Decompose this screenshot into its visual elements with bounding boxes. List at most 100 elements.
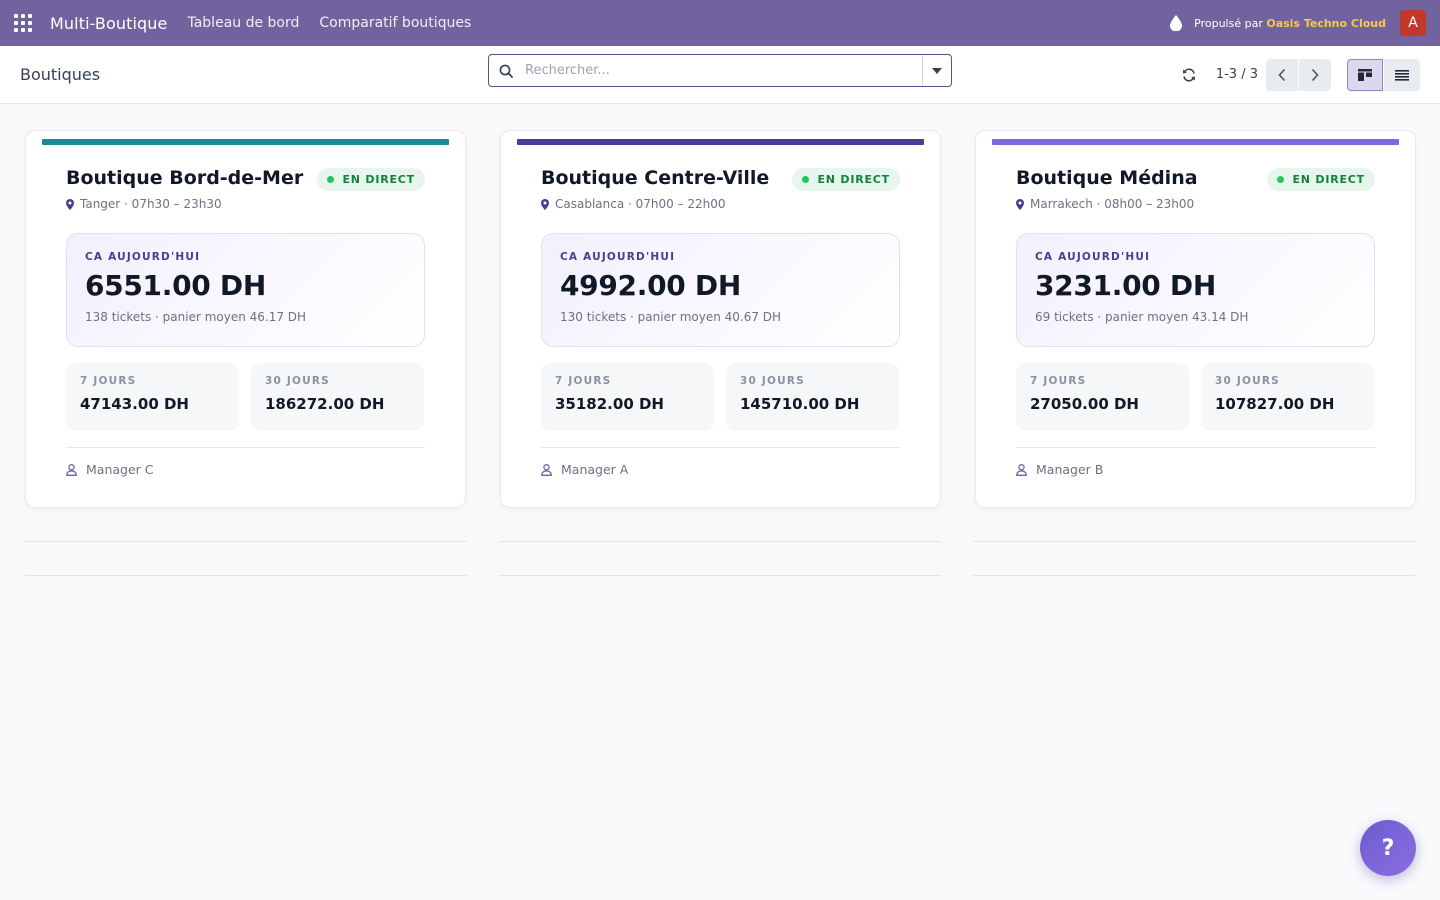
- user-icon: [1016, 463, 1027, 476]
- today-revenue-box: CA AUJOURD'HUI 3231.00 DH 69 tickets · p…: [1016, 233, 1375, 347]
- today-meta: 69 tickets · panier moyen 43.14 DH: [1035, 310, 1249, 324]
- shop-location: Marrakech · 08h00 – 23h00: [1030, 197, 1195, 211]
- map-pin-icon: [66, 198, 74, 210]
- card-accent-bar: [992, 139, 1399, 145]
- stat-30-value: 186272.00 DH: [265, 395, 385, 413]
- today-label: CA AUJOURD'HUI: [85, 251, 201, 263]
- stat-30-days: 30 JOURS 186272.00 DH: [251, 363, 424, 431]
- ghost-line: [973, 575, 1415, 576]
- list-view-button[interactable]: [1384, 58, 1420, 91]
- status-badge: EN DIRECT: [1267, 168, 1375, 191]
- today-revenue-box: CA AUJOURD'HUI 6551.00 DH 138 tickets · …: [66, 233, 425, 347]
- menu-tableau-de-bord[interactable]: Tableau de bord: [187, 0, 299, 46]
- today-value: 4992.00 DH: [560, 269, 741, 302]
- search-input[interactable]: [525, 63, 922, 78]
- stat-30-value: 107827.00 DH: [1215, 395, 1335, 413]
- powered-company[interactable]: Oasis Techno Cloud: [1266, 17, 1386, 30]
- chevron-left-icon: [1278, 68, 1286, 81]
- stat-7-value: 27050.00 DH: [1030, 395, 1139, 413]
- status-badge-label: EN DIRECT: [817, 173, 890, 186]
- search-icon: [499, 64, 513, 78]
- status-badge-label: EN DIRECT: [342, 173, 415, 186]
- search-options-toggle[interactable]: [922, 55, 951, 86]
- powered-prefix: Propulsé par: [1194, 16, 1263, 30]
- user-icon: [66, 463, 77, 476]
- control-panel: Boutiques 1-3 / 3: [0, 46, 1440, 104]
- today-value: 3231.00 DH: [1035, 269, 1216, 302]
- status-badge: EN DIRECT: [792, 168, 900, 191]
- card-divider: [1016, 447, 1375, 448]
- manager-name: Manager C: [86, 462, 154, 477]
- live-dot-icon: [327, 176, 335, 183]
- kanban-view-button[interactable]: [1347, 58, 1383, 91]
- kanban-icon: [1358, 68, 1372, 81]
- today-label: CA AUJOURD'HUI: [1035, 251, 1151, 263]
- chevron-right-icon: [1311, 68, 1319, 81]
- apps-grid-icon[interactable]: [14, 14, 32, 32]
- map-pin-icon: [1016, 198, 1024, 210]
- breadcrumb: Boutiques: [20, 65, 101, 84]
- shop-card[interactable]: Boutique Bord-de-Mer EN DIRECT Tanger · …: [25, 130, 466, 508]
- ghost-line: [973, 541, 1415, 542]
- manager-name: Manager A: [561, 462, 629, 477]
- stat-30-label: 30 JOURS: [265, 375, 330, 387]
- stat-7-label: 7 JOURS: [80, 375, 137, 387]
- pager-next-button[interactable]: [1299, 58, 1331, 91]
- stat-30-label: 30 JOURS: [1215, 375, 1280, 387]
- shop-name: Boutique Centre-Ville: [541, 167, 770, 189]
- card-divider: [66, 447, 425, 448]
- today-meta: 138 tickets · panier moyen 46.17 DH: [85, 310, 307, 324]
- today-value: 6551.00 DH: [85, 269, 266, 302]
- user-icon: [541, 463, 552, 476]
- shop-name: Boutique Bord-de-Mer: [66, 167, 304, 189]
- stat-7-days: 7 JOURS 47143.00 DH: [66, 363, 239, 431]
- stat-7-label: 7 JOURS: [1030, 375, 1087, 387]
- card-accent-bar: [42, 139, 449, 145]
- today-revenue-box: CA AUJOURD'HUI 4992.00 DH 130 tickets · …: [541, 233, 900, 347]
- ghost-line: [25, 575, 467, 576]
- live-dot-icon: [1277, 176, 1285, 183]
- card-accent-bar: [517, 139, 924, 145]
- stat-30-value: 145710.00 DH: [740, 395, 860, 413]
- top-navbar: Multi-Boutique Tableau de bord Comparati…: [0, 0, 1440, 46]
- card-divider: [541, 447, 900, 448]
- ghost-line: [499, 541, 941, 542]
- shop-card[interactable]: Boutique Médina EN DIRECT Marrakech · 08…: [975, 130, 1416, 508]
- today-meta: 130 tickets · panier moyen 40.67 DH: [560, 310, 782, 324]
- help-button[interactable]: ?: [1360, 820, 1416, 876]
- control-panel-right: 1-3 / 3: [1182, 58, 1420, 91]
- today-label: CA AUJOURD'HUI: [560, 251, 676, 263]
- stat-7-days: 7 JOURS 27050.00 DH: [1016, 363, 1189, 431]
- stat-30-days: 30 JOURS 145710.00 DH: [726, 363, 899, 431]
- caret-down-icon: [932, 67, 942, 74]
- shop-card[interactable]: Boutique Centre-Ville EN DIRECT Casablan…: [500, 130, 941, 508]
- powered-by: Propulsé par Oasis Techno Cloud: [1194, 17, 1386, 30]
- app-brand[interactable]: Multi-Boutique: [50, 14, 167, 33]
- stat-7-label: 7 JOURS: [555, 375, 612, 387]
- navbar-right: Propulsé par Oasis Techno Cloud A: [1170, 10, 1426, 36]
- search-box: [488, 54, 952, 87]
- stat-30-label: 30 JOURS: [740, 375, 805, 387]
- ghost-line: [25, 541, 467, 542]
- user-avatar[interactable]: A: [1400, 10, 1426, 36]
- manager-name: Manager B: [1036, 462, 1104, 477]
- stat-7-value: 35182.00 DH: [555, 395, 664, 413]
- ghost-line: [499, 575, 941, 576]
- stat-7-value: 47143.00 DH: [80, 395, 189, 413]
- status-badge: EN DIRECT: [317, 168, 425, 191]
- shop-location: Casablanca · 07h00 – 22h00: [555, 197, 726, 211]
- menu-comparatif-boutiques[interactable]: Comparatif boutiques: [319, 0, 471, 46]
- kanban-board: Boutique Bord-de-Mer EN DIRECT Tanger · …: [25, 130, 1416, 508]
- list-icon: [1395, 69, 1409, 81]
- refresh-icon[interactable]: [1182, 67, 1196, 82]
- shop-name: Boutique Médina: [1016, 167, 1198, 189]
- stat-7-days: 7 JOURS 35182.00 DH: [541, 363, 714, 431]
- map-pin-icon: [541, 198, 549, 210]
- shop-location: Tanger · 07h30 – 23h30: [80, 197, 222, 211]
- stat-30-days: 30 JOURS 107827.00 DH: [1201, 363, 1374, 431]
- pager-value[interactable]: 1-3 / 3: [1216, 67, 1258, 82]
- pager-previous-button[interactable]: [1266, 58, 1298, 91]
- live-dot-icon: [802, 176, 810, 183]
- water-drop-icon[interactable]: [1170, 15, 1183, 31]
- status-badge-label: EN DIRECT: [1292, 173, 1365, 186]
